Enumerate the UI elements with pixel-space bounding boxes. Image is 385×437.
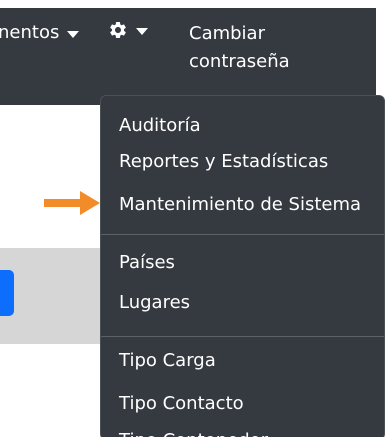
menu-item-tipo-carga[interactable]: Tipo Carga [119, 349, 216, 373]
caret-down-icon [136, 27, 148, 35]
gear-icon [110, 21, 126, 38]
menu-item-paises[interactable]: Países [119, 251, 175, 275]
menu-item-lugares[interactable]: Lugares [119, 291, 190, 315]
nav-cambiar-contrasena-link[interactable]: Cambiar contraseña [189, 20, 349, 76]
menu-item-reportes-estadisticas[interactable]: Reportes y Estadísticas [119, 150, 328, 174]
menu-item-mantenimiento-sistema[interactable]: Mantenimiento de Sistema [119, 193, 361, 217]
settings-dropdown-menu: Auditoría Reportes y Estadísticas Manten… [100, 95, 385, 437]
menu-item-tipo-contenedor[interactable]: Tipo Contenedor [119, 429, 268, 437]
orange-arrow-icon [44, 191, 100, 215]
cambiar-label-line1: Cambiar [189, 23, 265, 44]
cambiar-label-line2: contraseña [189, 51, 290, 72]
menu-divider [101, 336, 384, 337]
nav-mantenimientos-label: nentos [0, 22, 60, 43]
menu-divider [101, 234, 384, 235]
menu-item-tipo-contacto[interactable]: Tipo Contacto [119, 392, 244, 416]
nav-mantenimientos-dropdown[interactable]: nentos [0, 20, 80, 46]
nav-settings-dropdown[interactable] [108, 20, 148, 40]
screen: nentos Cambiar contraseña Auditoría Repo… [0, 0, 385, 437]
menu-item-auditoria[interactable]: Auditoría [119, 114, 201, 138]
background-card [0, 248, 108, 344]
top-navbar: nentos Cambiar contraseña [0, 8, 376, 105]
caret-down-icon [67, 30, 80, 38]
background-primary-button[interactable] [0, 270, 14, 316]
